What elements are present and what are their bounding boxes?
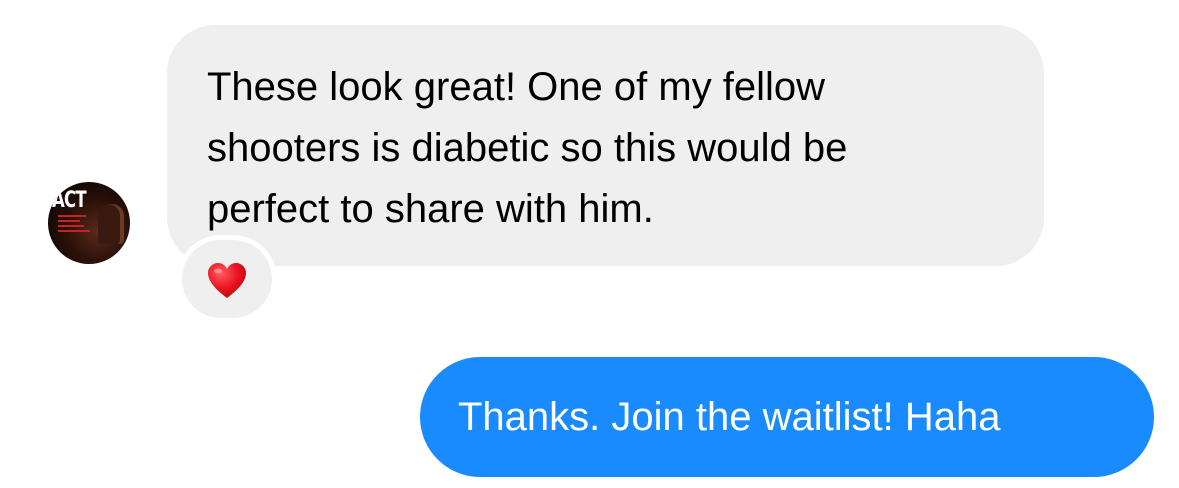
heart-reaction-icon (208, 263, 246, 298)
contact-avatar[interactable]: ACT (48, 182, 130, 264)
incoming-message-line: perfect to share with him. (207, 187, 654, 231)
incoming-message-bubble[interactable]: These look great! One of my fellow shoot… (167, 25, 1044, 266)
incoming-message-line: These look great! One of my fellow (207, 65, 826, 109)
avatar-graphic (58, 212, 98, 242)
incoming-message-line: shooters is diabetic so this would be (207, 126, 848, 170)
message-reaction[interactable] (182, 240, 272, 318)
outgoing-message-text: Thanks. Join the waitlist! Haha (458, 395, 1001, 439)
avatar-figure (98, 204, 124, 244)
chat-thread: ACT These look great! One of my fellow s… (0, 0, 1179, 488)
avatar-logo-text: ACT (52, 188, 87, 213)
outgoing-message-bubble[interactable]: Thanks. Join the waitlist! Haha (420, 357, 1154, 477)
